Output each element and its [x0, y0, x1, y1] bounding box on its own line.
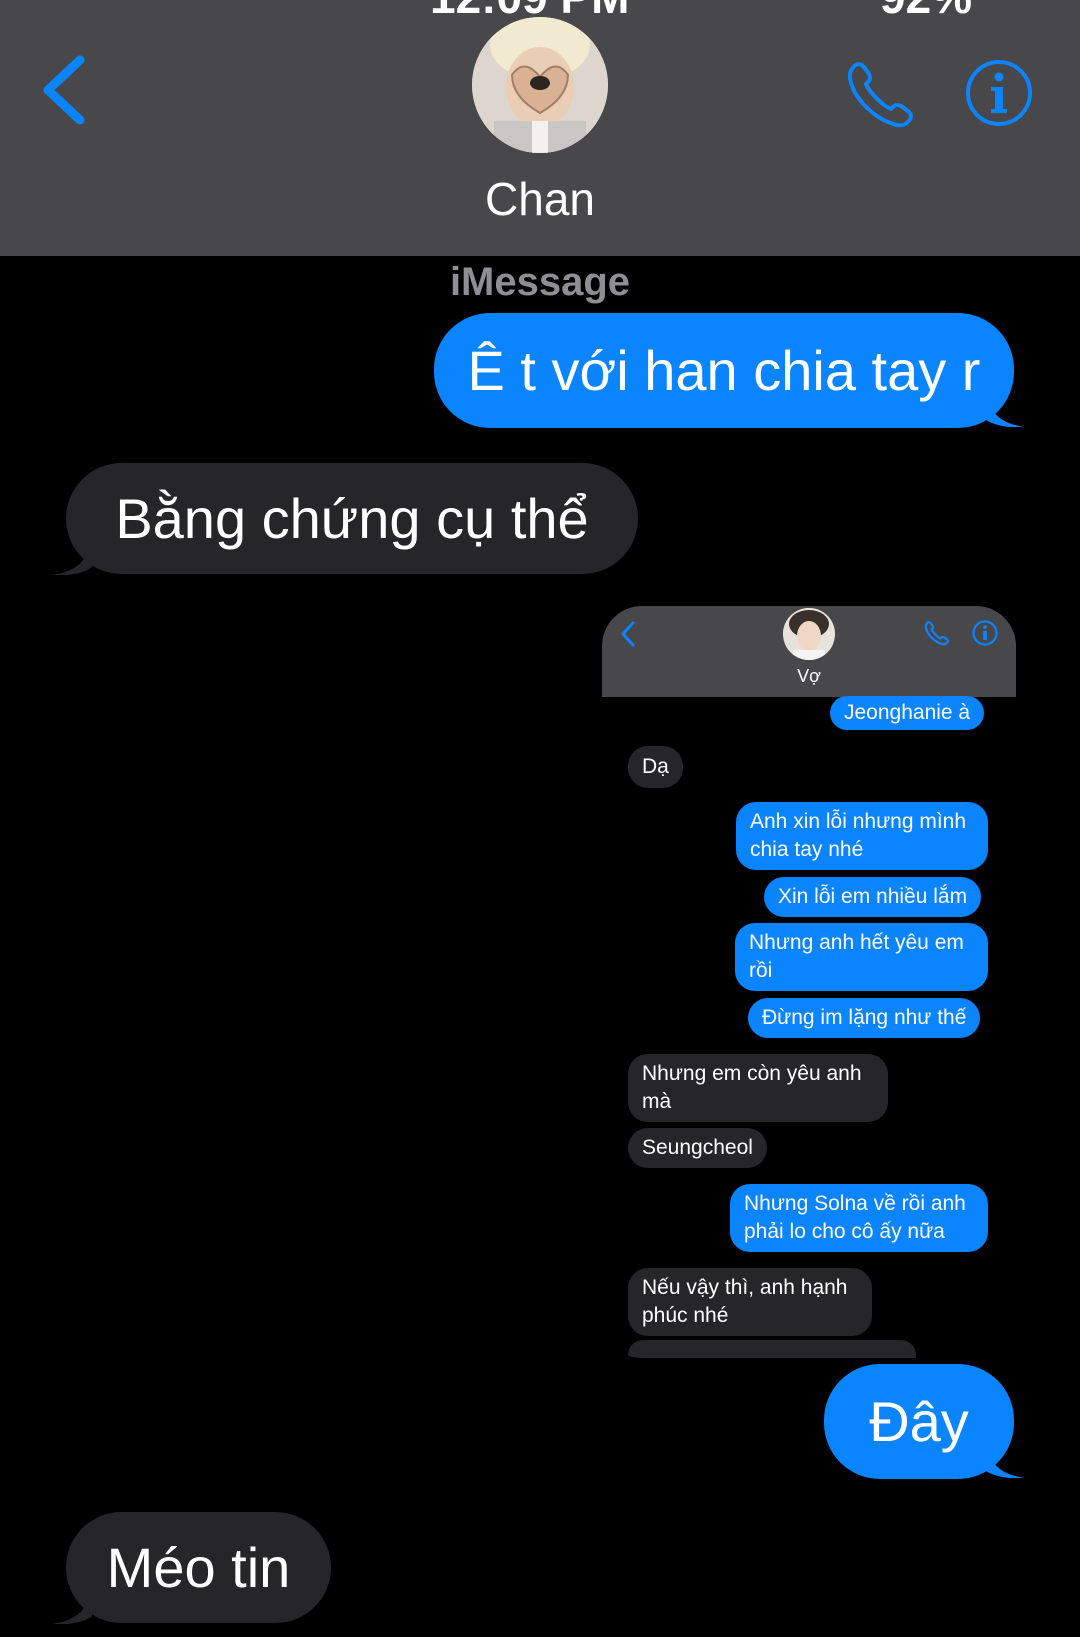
avatar-photo [472, 17, 608, 153]
screenshot-message-text: phải lo cho cô ấy nữa [744, 1220, 945, 1243]
screenshot-message-text: Nhưng Solna về rồi anh [744, 1192, 966, 1215]
screenshot-message-outgoing: Nhưng Solna về rồi anh phải lo cho cô ấy… [730, 1184, 988, 1252]
screenshot-message-text: Nhưng em còn yêu anh [642, 1062, 862, 1085]
contact-avatar[interactable] [472, 17, 608, 153]
screenshot-message-text: Xin lỗi em nhiều lắm [778, 885, 968, 908]
contact-name[interactable]: Chan [0, 172, 1080, 226]
screenshot-message-text: Nhưng anh hết yêu em [749, 931, 964, 954]
message-bubble-incoming[interactable]: Bằng chứng cụ thể [66, 463, 638, 574]
message-text: Đây [869, 1389, 969, 1453]
screenshot-message-text: phúc nhé [642, 1304, 729, 1327]
screenshot-message-outgoing: Đừng im lặng như thế [748, 998, 981, 1038]
screenshot-header: Vợ [602, 606, 1016, 697]
service-label: iMessage [449, 260, 631, 304]
phone-icon[interactable] [845, 58, 917, 130]
message-text: Ê t với han chia tay r [467, 338, 981, 402]
info-icon [972, 620, 998, 646]
screenshot-avatar [783, 608, 835, 660]
message-text: Bằng chứng cụ thể [115, 486, 589, 550]
info-icon[interactable] [964, 58, 1034, 128]
phone-icon [924, 621, 949, 646]
message-bubble-incoming[interactable]: Méo tin [66, 1512, 331, 1623]
screenshot-message-text: rồi [749, 959, 773, 982]
message-bubble-outgoing[interactable]: Đây [824, 1364, 1014, 1479]
screenshot-message-incoming-cropped [628, 1340, 916, 1358]
screenshot-message-text: chia tay nhé [750, 838, 864, 861]
screenshot-message-outgoing: Anh xin lỗi nhưng mình chia tay nhé [736, 802, 988, 870]
screenshot-message-text: Đừng im lặng như thế [762, 1006, 967, 1029]
status-battery: 92% [880, 0, 972, 24]
screenshot-message-outgoing: Jeonghanie à [830, 696, 985, 730]
screenshot-message-text: Seungcheol [642, 1136, 753, 1159]
screenshot-message-incoming: Nếu vậy thì, anh hạnh phúc nhé [628, 1268, 872, 1336]
message-text: Méo tin [106, 1535, 291, 1599]
screenshot-message-text: mà [642, 1090, 672, 1113]
chevron-left-icon[interactable] [38, 52, 94, 128]
screenshot-message-incoming: Dạ [628, 746, 683, 788]
screenshot-message-outgoing: Nhưng anh hết yêu em rồi [735, 923, 988, 991]
screenshot-message-text: Dạ [642, 755, 669, 778]
screenshot-message-text: Anh xin lỗi nhưng mình [750, 810, 967, 833]
message-bubble-outgoing[interactable]: Ê t với han chia tay r [434, 313, 1014, 428]
screenshot-message-incoming: Nhưng em còn yêu anh mà [628, 1054, 888, 1122]
attached-screenshot[interactable]: Vợ Jeonghanie à Dạ Anh xin lỗi nhưng mìn… [602, 606, 1016, 1358]
screenshot-message-text: Nếu vậy thì, anh hạnh [642, 1276, 848, 1299]
chevron-left-icon [621, 621, 635, 647]
screenshot-message-text: Jeonghanie à [844, 701, 971, 724]
conversation-header: 12:09 PM 92% Chan [0, 0, 1080, 256]
screenshot-message-outgoing: Xin lỗi em nhiều lắm [764, 877, 982, 917]
screenshot-contact-name: Vợ [797, 666, 821, 686]
screenshot-message-incoming: Seungcheol [628, 1128, 767, 1168]
